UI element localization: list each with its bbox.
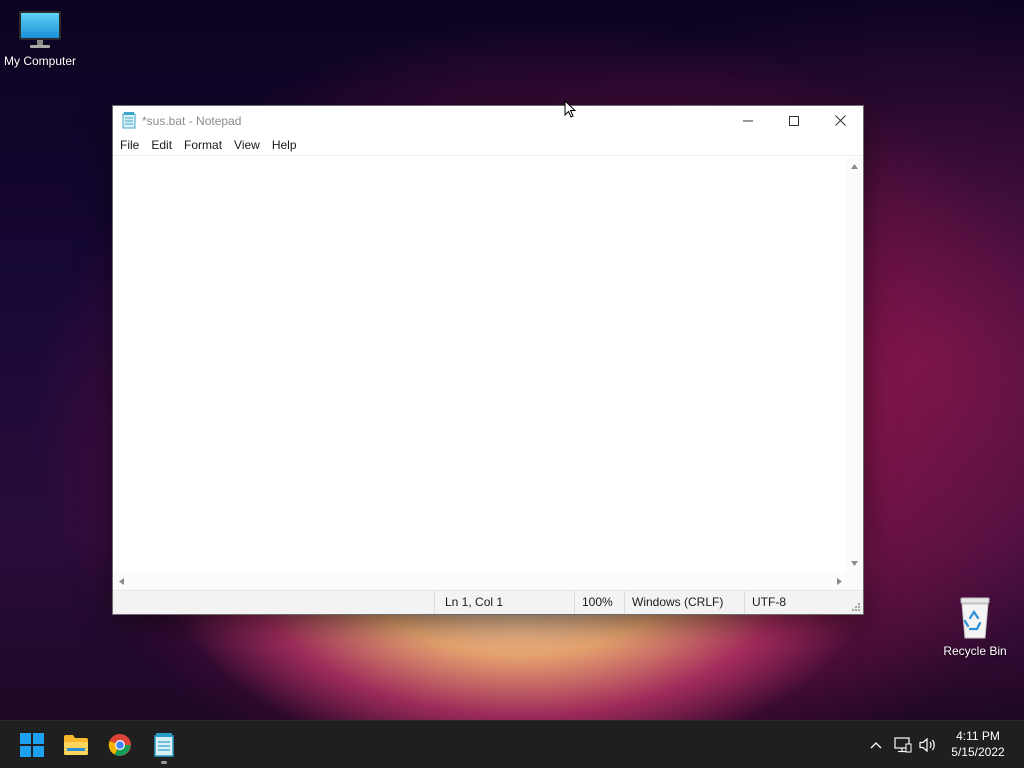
- status-encoding: UTF-8: [744, 591, 854, 614]
- notepad-window: *sus.bat - Notepad File Edit Format View…: [112, 105, 864, 615]
- menu-help[interactable]: Help: [266, 135, 303, 156]
- taskbar-notepad[interactable]: [144, 725, 184, 765]
- status-line-ending: Windows (CRLF): [624, 591, 744, 614]
- notepad-icon: [154, 733, 174, 757]
- scroll-down-arrow-icon[interactable]: [850, 560, 859, 567]
- clock-time: 4:11 PM: [956, 729, 1000, 743]
- menu-view[interactable]: View: [228, 135, 266, 156]
- maximize-button[interactable]: [771, 106, 817, 135]
- running-indicator: [161, 761, 167, 764]
- chrome-icon: [108, 733, 131, 756]
- taskbar-chrome[interactable]: [100, 725, 140, 765]
- text-editor[interactable]: [113, 157, 846, 573]
- system-clock[interactable]: 4:11 PM 5/15/2022: [944, 728, 1012, 760]
- vertical-scrollbar[interactable]: [846, 157, 863, 573]
- close-button[interactable]: [817, 106, 863, 135]
- taskbar-file-explorer[interactable]: [56, 725, 96, 765]
- network-button[interactable]: [893, 735, 913, 755]
- status-zoom: 100%: [574, 591, 624, 614]
- minimize-button[interactable]: [725, 106, 771, 135]
- volume-icon: [919, 737, 935, 753]
- show-hidden-icons-button[interactable]: [866, 735, 886, 755]
- horizontal-scrollbar[interactable]: [113, 573, 846, 590]
- resize-grip-icon[interactable]: [851, 602, 861, 612]
- volume-button[interactable]: [918, 735, 938, 755]
- scroll-right-arrow-icon[interactable]: [836, 577, 843, 586]
- mouse-cursor-icon: [564, 100, 576, 118]
- window-title: *sus.bat - Notepad: [142, 113, 242, 128]
- start-button[interactable]: [12, 725, 52, 765]
- menu-format[interactable]: Format: [178, 135, 228, 156]
- scroll-left-arrow-icon[interactable]: [118, 577, 125, 586]
- windows-start-icon: [20, 733, 44, 757]
- notepad-icon: [122, 112, 136, 129]
- scrollbar-corner: [846, 573, 863, 590]
- status-bar: Ln 1, Col 1 100% Windows (CRLF) UTF-8: [113, 590, 863, 614]
- status-cursor-position: Ln 1, Col 1: [434, 591, 574, 614]
- desktop-icon-recycle-bin[interactable]: Recycle Bin: [935, 596, 1015, 658]
- minimize-icon: [743, 120, 753, 121]
- menu-file[interactable]: File: [114, 135, 145, 156]
- menu-edit[interactable]: Edit: [145, 135, 178, 156]
- menu-bar: File Edit Format View Help: [113, 135, 863, 156]
- close-icon: [834, 115, 846, 126]
- chevron-up-icon: [870, 742, 882, 749]
- desktop-icon-my-computer[interactable]: My Computer: [0, 10, 80, 68]
- network-icon: [894, 737, 912, 753]
- desktop-icon-label: My Computer: [3, 54, 77, 68]
- folder-icon: [64, 735, 88, 755]
- maximize-icon: [789, 115, 799, 126]
- taskbar: 4:11 PM 5/15/2022: [0, 720, 1024, 768]
- scroll-up-arrow-icon[interactable]: [850, 163, 859, 170]
- monitor-icon: [19, 11, 61, 48]
- clock-date: 5/15/2022: [951, 745, 1005, 759]
- desktop-icon-label: Recycle Bin: [943, 644, 1007, 658]
- title-bar[interactable]: *sus.bat - Notepad: [113, 106, 863, 135]
- recycle-bin-icon: [960, 597, 990, 639]
